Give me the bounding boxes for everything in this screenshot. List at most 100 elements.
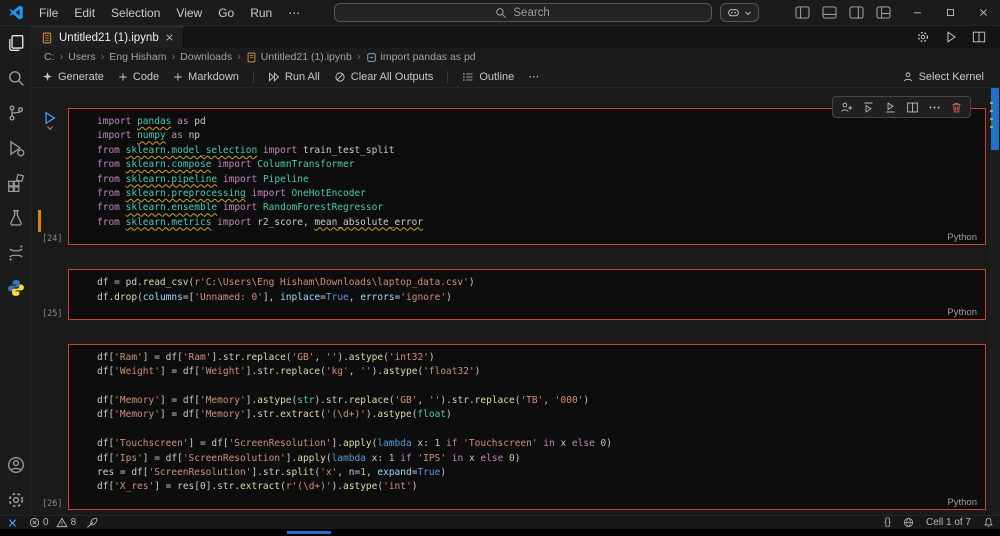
tab-untitled21-ipynb[interactable]: Untitled21 (1).ipynb xyxy=(32,26,184,48)
code-token: ] = df[ xyxy=(159,366,200,378)
code-line[interactable]: from sklearn.compose import ColumnTransf… xyxy=(97,158,977,172)
jupyter-icon[interactable] xyxy=(7,244,25,262)
execute-below-icon[interactable] xyxy=(884,101,897,114)
maximize-button[interactable] xyxy=(934,0,967,26)
code-token: Pipeline xyxy=(262,173,309,185)
breadcrumb-item[interactable]: Downloads xyxy=(180,51,232,63)
cell-language-picker[interactable]: Python xyxy=(947,307,977,318)
split-cell-icon[interactable] xyxy=(906,101,919,114)
python-icon[interactable] xyxy=(7,279,25,297)
notebook-cell-3[interactable]: df['Ram'] = df['Ram'].str.replace('GB', … xyxy=(42,343,986,510)
code-line[interactable]: df['X_res'] = res[0].str.extract(r'(\d+)… xyxy=(97,480,977,494)
breadcrumb-item[interactable]: import pandas as pd xyxy=(366,51,476,63)
menu-edit[interactable]: Edit xyxy=(67,4,102,22)
menu-selection[interactable]: Selection xyxy=(104,4,167,22)
extensions-icon[interactable] xyxy=(7,174,25,192)
search-sidebar-icon[interactable] xyxy=(7,69,25,87)
menu-view[interactable]: View xyxy=(169,4,209,22)
overview-warning-mark xyxy=(990,126,993,128)
breadcrumb-item[interactable]: C: xyxy=(44,51,55,63)
code-line[interactable]: df['Memory'] = df['Memory'].str.extract(… xyxy=(97,408,977,422)
code-token: =[ xyxy=(182,291,195,303)
braces-indicator[interactable]: {} xyxy=(884,517,891,528)
code-line[interactable]: df['Ram'] = df['Ram'].str.replace('GB', … xyxy=(97,351,977,365)
explorer-icon[interactable] xyxy=(7,34,25,52)
source-control-icon[interactable] xyxy=(7,104,25,122)
code-token: x xyxy=(463,452,481,464)
code-line[interactable]: df['Memory'] = df['Memory'].astype(str).… xyxy=(97,394,977,408)
code-line[interactable]: from sklearn.pipeline import Pipeline xyxy=(97,173,977,187)
cell-language-picker[interactable]: Python xyxy=(947,232,977,243)
outline-button[interactable]: Outline xyxy=(462,71,514,83)
code-token: '' xyxy=(360,366,372,378)
menu-run[interactable]: Run xyxy=(243,4,279,22)
code-line[interactable]: res = df['ScreenResolution'].str.split('… xyxy=(97,466,977,480)
menu-more[interactable]: ⋯ xyxy=(281,4,307,22)
code-line[interactable]: df['Ips'] = df['ScreenResolution'].apply… xyxy=(97,452,977,466)
horizontal-scrollbar[interactable] xyxy=(0,529,1000,536)
code-line[interactable]: df['Touchscreen'] = df['ScreenResolution… xyxy=(97,437,977,451)
code-line[interactable]: df['Weight'] = df['Weight'].str.replace(… xyxy=(97,365,977,379)
testing-icon[interactable] xyxy=(7,209,25,227)
plus-icon xyxy=(173,72,183,82)
more-actions-icon[interactable] xyxy=(928,101,941,114)
launch-icon[interactable] xyxy=(86,517,98,529)
code-token: ) xyxy=(468,277,475,289)
menu-file[interactable]: File xyxy=(32,4,65,22)
code-line[interactable] xyxy=(97,380,977,394)
generate-button[interactable]: Generate xyxy=(42,71,104,83)
code-token: x: xyxy=(411,438,435,450)
toolbar-more-button[interactable]: ⋯ xyxy=(528,70,539,83)
search-box[interactable]: Search xyxy=(333,3,712,22)
code-line[interactable]: from sklearn.metrics import r2_score, me… xyxy=(97,216,977,230)
toggle-sidebar-icon[interactable] xyxy=(795,6,810,19)
execute-above-icon[interactable] xyxy=(862,101,875,114)
clear-all-outputs-button[interactable]: Clear All Outputs xyxy=(334,71,433,83)
breadcrumb-item[interactable]: Untitled21 (1).ipynb xyxy=(246,51,352,63)
notebook-settings-gear-icon[interactable] xyxy=(916,30,930,44)
code-token: np xyxy=(182,130,201,142)
notifications-bell-icon[interactable] xyxy=(983,517,994,528)
code-token: sklearn.metrics xyxy=(125,216,212,228)
code-line[interactable] xyxy=(97,423,977,437)
account-icon[interactable] xyxy=(7,456,25,474)
copilot-button[interactable] xyxy=(719,3,759,22)
code-line[interactable]: from sklearn.preprocessing import OneHot… xyxy=(97,187,977,201)
horizontal-scrollbar-thumb[interactable] xyxy=(287,531,331,534)
menu-go[interactable]: Go xyxy=(211,4,241,22)
minimize-button[interactable] xyxy=(901,0,934,26)
code-line[interactable]: df = pd.read_csv(r'C:\Users\Eng Hisham\D… xyxy=(97,276,977,290)
code-token: from xyxy=(97,159,120,171)
code-line[interactable]: df.drop(columns=['Unnamed: 0'], inplace=… xyxy=(97,291,977,305)
delete-cell-icon[interactable] xyxy=(950,101,963,114)
code-token: '000' xyxy=(554,395,584,407)
notebook-cell-2[interactable]: df = pd.read_csv(r'C:\Users\Eng Hisham\D… xyxy=(42,269,986,320)
notebook-cell-1[interactable]: import pandas as pd import numpy as np fro… xyxy=(38,96,986,246)
run-editor-icon[interactable] xyxy=(944,30,958,44)
run-all-button[interactable]: Run All xyxy=(268,71,320,83)
person-add-icon[interactable] xyxy=(840,101,853,114)
vertical-scrollbar[interactable] xyxy=(990,88,1000,515)
add-code-cell-button[interactable]: Code xyxy=(118,71,159,83)
remote-indicator[interactable] xyxy=(6,517,19,529)
problems-indicator[interactable]: 0 8 xyxy=(29,517,76,528)
close-button[interactable] xyxy=(967,0,1000,26)
cell-indicator[interactable]: Cell 1 of 7 xyxy=(926,517,971,528)
run-cell-button[interactable] xyxy=(43,111,57,131)
code-line[interactable]: from sklearn.ensemble import RandomFores… xyxy=(97,201,977,215)
toggle-secondary-sidebar-icon[interactable] xyxy=(849,6,864,19)
split-editor-icon[interactable] xyxy=(972,30,986,44)
select-kernel-button[interactable]: Select Kernel xyxy=(902,71,984,83)
code-line[interactable]: import numpy as np xyxy=(97,129,977,143)
code-line[interactable]: from sklearn.model_selection import trai… xyxy=(97,144,977,158)
cell-language-picker[interactable]: Python xyxy=(947,497,977,508)
breadcrumb-item[interactable]: Users xyxy=(68,51,95,63)
customize-layout-icon[interactable] xyxy=(876,6,891,19)
run-debug-icon[interactable] xyxy=(7,139,25,157)
settings-gear-icon[interactable] xyxy=(7,491,25,509)
add-markdown-cell-button[interactable]: Markdown xyxy=(173,71,239,83)
breadcrumb-item[interactable]: Eng Hisham xyxy=(109,51,166,63)
toggle-panel-icon[interactable] xyxy=(822,6,837,19)
globe-icon[interactable] xyxy=(903,517,914,528)
tab-close-icon[interactable] xyxy=(165,33,174,42)
